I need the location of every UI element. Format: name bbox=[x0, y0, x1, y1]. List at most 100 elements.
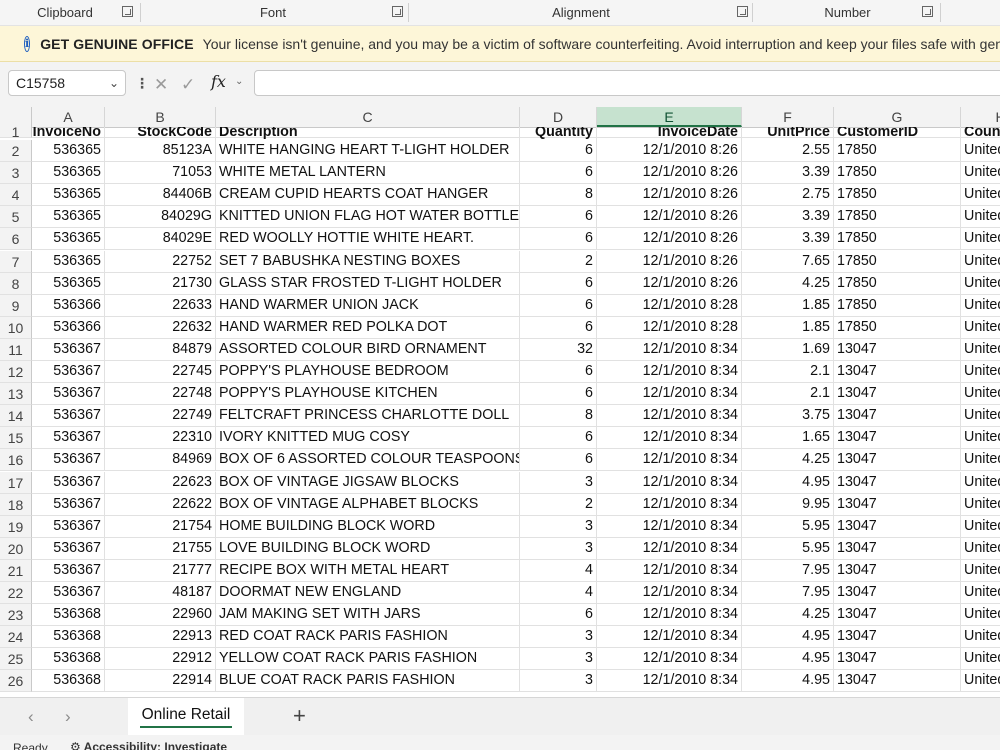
cell-stock-code[interactable]: 84029G bbox=[105, 206, 216, 228]
cell-quantity[interactable]: 6 bbox=[520, 140, 597, 161]
cell-stock-code[interactable]: 48187 bbox=[105, 582, 216, 603]
chevron-down-icon[interactable]: ⌄ bbox=[109, 71, 119, 95]
cell-stock-code[interactable]: 85123A bbox=[105, 140, 216, 161]
cell-invoice-no[interactable]: 536365 bbox=[32, 250, 105, 272]
enter-check-icon[interactable]: ✓ bbox=[181, 75, 195, 95]
cell-invoice-date[interactable]: 12/1/2010 8:34 bbox=[597, 449, 742, 471]
cell-description[interactable]: CREAM CUPID HEARTS COAT HANGER bbox=[216, 184, 520, 206]
cell-unit-price[interactable]: 7.95 bbox=[742, 582, 834, 603]
cell-invoice-no[interactable]: 536365 bbox=[32, 140, 105, 161]
cell-quantity[interactable]: 6 bbox=[520, 449, 597, 471]
row-header[interactable]: 5 bbox=[0, 206, 32, 229]
cell-customer-id[interactable]: 13047 bbox=[834, 383, 961, 405]
cell-invoice-no[interactable]: 536368 bbox=[32, 626, 105, 648]
clipboard-dialog-launcher-icon[interactable] bbox=[122, 6, 133, 17]
cell-customer-id[interactable]: 17850 bbox=[834, 316, 961, 338]
cell-customer-id[interactable]: 17850 bbox=[834, 140, 961, 161]
cell-country[interactable]: United Kingdom bbox=[961, 184, 1000, 205]
cell-country[interactable]: United Kingdom bbox=[961, 449, 1000, 470]
cell-country[interactable]: United Kingdom bbox=[961, 405, 1000, 426]
cell-invoice-no[interactable]: 536365 bbox=[32, 162, 105, 184]
row-header[interactable]: 4 bbox=[0, 184, 32, 207]
cell-customer-id[interactable]: 17850 bbox=[834, 206, 961, 228]
cell-invoice-date[interactable]: 12/1/2010 8:34 bbox=[597, 471, 742, 493]
row-header[interactable]: 6 bbox=[0, 228, 32, 251]
cell-stock-code[interactable]: 22752 bbox=[105, 250, 216, 272]
cell-unit-price[interactable]: 7.65 bbox=[742, 250, 834, 272]
cell-customer-id[interactable]: 13047 bbox=[834, 471, 961, 493]
chevron-down-icon[interactable]: ⌄ bbox=[235, 76, 243, 87]
cell-invoice-date[interactable]: 12/1/2010 8:26 bbox=[597, 272, 742, 294]
cell-invoice-date[interactable]: 12/1/2010 8:28 bbox=[597, 294, 742, 316]
cell-country[interactable]: United Kingdom bbox=[961, 427, 1000, 448]
cell-stock-code[interactable]: 22623 bbox=[105, 471, 216, 493]
cell-description[interactable]: FELTCRAFT PRINCESS CHARLOTTE DOLL bbox=[216, 405, 520, 427]
cell-customer-id[interactable]: 17850 bbox=[834, 162, 961, 184]
cell-unit-price[interactable]: 4.25 bbox=[742, 604, 834, 626]
cell-quantity[interactable]: 8 bbox=[520, 184, 597, 206]
more-options-icon[interactable]: ⋮ bbox=[135, 75, 149, 92]
row-header[interactable]: 25 bbox=[0, 648, 32, 671]
cell-country[interactable]: United Kingdom bbox=[961, 582, 1000, 603]
cell-invoice-no[interactable]: 536368 bbox=[32, 648, 105, 670]
cell-unit-price[interactable]: 1.69 bbox=[742, 338, 834, 360]
cell-invoice-date[interactable]: 12/1/2010 8:26 bbox=[597, 140, 742, 161]
cell-stock-code[interactable]: 71053 bbox=[105, 162, 216, 184]
cell-stock-code[interactable]: 84406B bbox=[105, 184, 216, 206]
cell-country[interactable]: United Kingdom bbox=[961, 361, 1000, 382]
cell-invoice-date[interactable]: 12/1/2010 8:34 bbox=[597, 670, 742, 692]
row-header[interactable]: 14 bbox=[0, 405, 32, 428]
cell-country[interactable]: United Kingdom bbox=[961, 494, 1000, 515]
cell-quantity[interactable]: 3 bbox=[520, 626, 597, 648]
cell-description[interactable]: WHITE HANGING HEART T-LIGHT HOLDER bbox=[216, 140, 520, 161]
cell-description[interactable]: BLUE COAT RACK PARIS FASHION bbox=[216, 670, 520, 692]
cell-stock-code[interactable]: 22914 bbox=[105, 670, 216, 692]
cell-unit-price[interactable]: 5.95 bbox=[742, 537, 834, 559]
cell-invoice-no[interactable]: 536365 bbox=[32, 228, 105, 250]
cell-description[interactable]: BOX OF 6 ASSORTED COLOUR TEASPOONS bbox=[216, 449, 520, 471]
row-header[interactable]: 20 bbox=[0, 537, 32, 560]
cell-description[interactable]: SET 7 BABUSHKA NESTING BOXES bbox=[216, 250, 520, 272]
cell-description[interactable]: HAND WARMER RED POLKA DOT bbox=[216, 316, 520, 338]
cell-unit-price[interactable]: 2.1 bbox=[742, 361, 834, 382]
column-header-c[interactable]: C bbox=[216, 107, 520, 127]
cell-invoice-no[interactable]: 536365 bbox=[32, 206, 105, 228]
cell-stock-code[interactable]: 22749 bbox=[105, 405, 216, 427]
column-header-d[interactable]: D bbox=[520, 107, 597, 127]
cell-invoice-date[interactable]: 12/1/2010 8:34 bbox=[597, 427, 742, 449]
cell-country[interactable]: United Kingdom bbox=[961, 648, 1000, 669]
cell-invoice-date[interactable]: 12/1/2010 8:26 bbox=[597, 206, 742, 228]
cell-quantity[interactable]: 6 bbox=[520, 604, 597, 626]
cell-unit-price[interactable]: 3.39 bbox=[742, 206, 834, 228]
cell-invoice-no[interactable]: 536366 bbox=[32, 294, 105, 316]
cell-description[interactable]: YELLOW COAT RACK PARIS FASHION bbox=[216, 648, 520, 670]
cell-customer-id[interactable]: 17850 bbox=[834, 250, 961, 272]
cell-quantity[interactable]: 3 bbox=[520, 537, 597, 559]
cell-invoice-no[interactable]: 536367 bbox=[32, 405, 105, 427]
cell-invoice-date[interactable]: 12/1/2010 8:34 bbox=[597, 582, 742, 603]
cell-invoice-date[interactable]: 12/1/2010 8:26 bbox=[597, 250, 742, 272]
row-header[interactable]: 23 bbox=[0, 604, 32, 627]
cell-invoice-no[interactable]: 536367 bbox=[32, 383, 105, 405]
cell-stock-code[interactable]: 84969 bbox=[105, 449, 216, 471]
cell-invoice-date[interactable]: 12/1/2010 8:34 bbox=[597, 559, 742, 581]
row-header[interactable]: 3 bbox=[0, 162, 32, 185]
cell-quantity[interactable]: 3 bbox=[520, 648, 597, 670]
cell-customer-id[interactable]: 13047 bbox=[834, 537, 961, 559]
cell-quantity[interactable]: 32 bbox=[520, 338, 597, 360]
cell-country[interactable]: United Kingdom bbox=[961, 140, 1000, 161]
cell-quantity[interactable]: 8 bbox=[520, 405, 597, 427]
cell-unit-price[interactable]: 4.95 bbox=[742, 648, 834, 670]
cell-quantity[interactable]: 2 bbox=[520, 250, 597, 272]
cell-customer-id[interactable]: 13047 bbox=[834, 338, 961, 360]
cell-stock-code[interactable]: 21754 bbox=[105, 515, 216, 537]
cell-country[interactable]: United Kingdom bbox=[961, 560, 1000, 581]
row-header[interactable]: 26 bbox=[0, 670, 32, 693]
cell-stock-code[interactable]: 22912 bbox=[105, 648, 216, 670]
cell-invoice-date[interactable]: 12/1/2010 8:34 bbox=[597, 626, 742, 648]
cell-unit-price[interactable]: 9.95 bbox=[742, 493, 834, 515]
cell-customer-id[interactable]: 13047 bbox=[834, 582, 961, 603]
cell-customer-id[interactable]: 13047 bbox=[834, 361, 961, 382]
row-header[interactable]: 10 bbox=[0, 316, 32, 339]
cell-country[interactable]: United Kingdom bbox=[961, 206, 1000, 227]
